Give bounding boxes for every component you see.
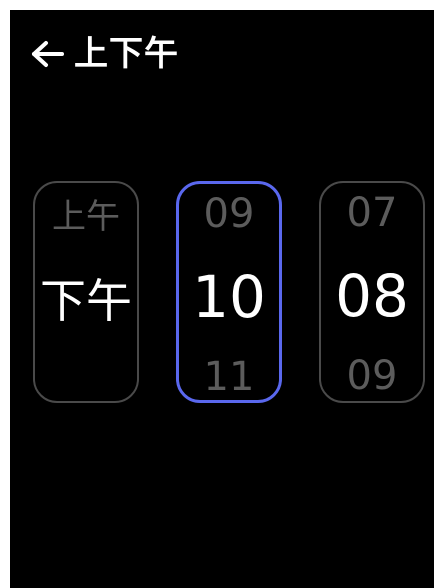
arrow-left-icon[interactable] bbox=[28, 38, 66, 70]
hour-picker[interactable]: 09 10 11 bbox=[176, 181, 282, 403]
ampm-current-option: 下午 bbox=[40, 274, 132, 328]
minute-prev-option[interactable]: 07 bbox=[321, 191, 423, 235]
ampm-picker[interactable]: 上午 下午 bbox=[33, 181, 139, 403]
minute-current-option: 08 bbox=[335, 262, 409, 330]
minute-next-option[interactable]: 09 bbox=[321, 354, 423, 398]
page-title: 上下午 bbox=[74, 34, 179, 74]
screen: 上下午 上午 下午 09 10 11 07 08 09 bbox=[10, 10, 434, 588]
hour-current-option: 10 bbox=[192, 263, 266, 331]
hour-next-option[interactable]: 11 bbox=[179, 355, 279, 399]
ampm-prev-option[interactable]: 上午 bbox=[35, 195, 137, 239]
hour-prev-option[interactable]: 09 bbox=[179, 192, 279, 236]
minute-picker[interactable]: 07 08 09 bbox=[319, 181, 425, 403]
header: 上下午 bbox=[28, 34, 179, 74]
